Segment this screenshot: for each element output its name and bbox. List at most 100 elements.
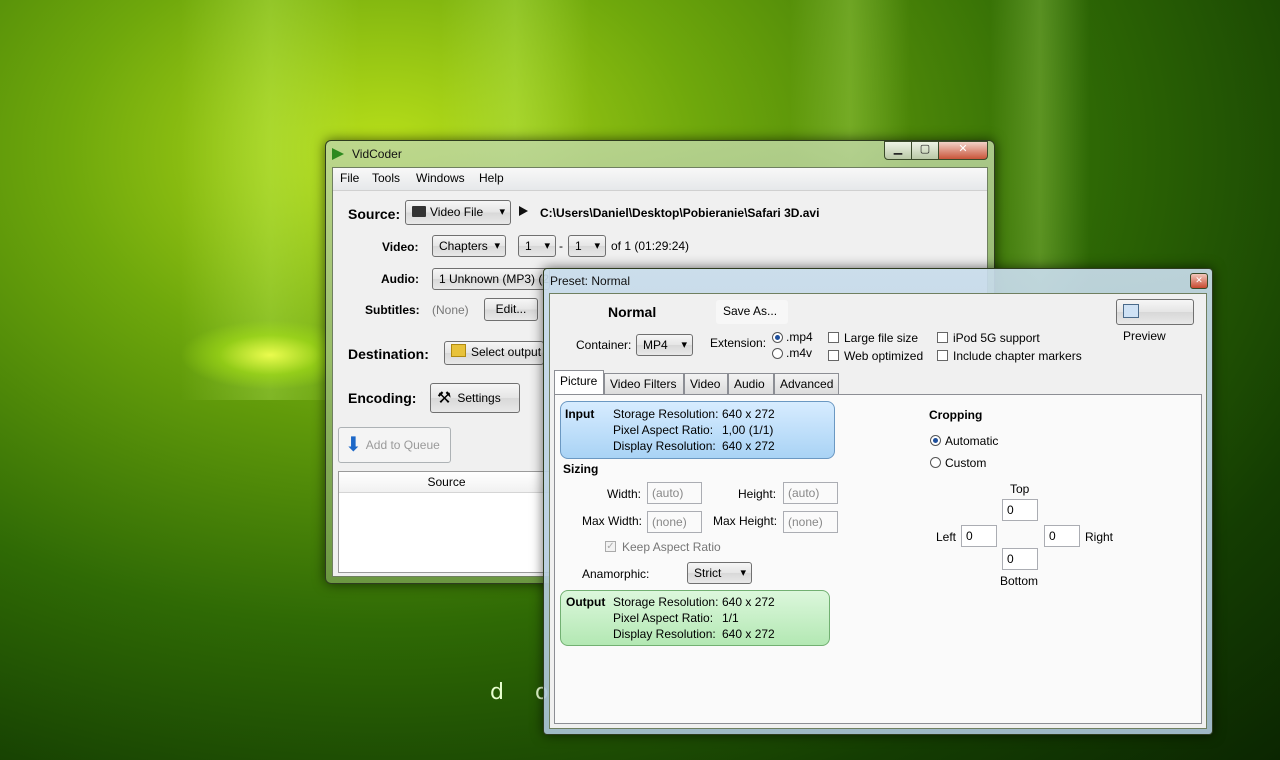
crop-top-input[interactable]: 0 <box>1002 499 1038 521</box>
tab-video[interactable]: Video <box>684 373 728 394</box>
queue-list[interactable]: Source <box>338 471 555 573</box>
width-label: Width: <box>607 487 642 501</box>
range-dash: - <box>559 239 563 253</box>
add-to-queue-button[interactable]: ⬇ Add to Queue <box>338 427 451 463</box>
destination-label: Destination: <box>348 346 429 362</box>
preset-name: Normal <box>608 304 657 320</box>
max-width-input[interactable]: (none) <box>647 511 702 533</box>
menu-help[interactable]: Help <box>479 171 504 185</box>
vidcoder-app-icon <box>332 148 344 160</box>
anamorphic-label: Anamorphic: <box>582 567 650 581</box>
input-storage-value: 640 x 272 <box>722 407 775 421</box>
input-par-label: Pixel Aspect Ratio: <box>613 423 714 437</box>
keep-aspect-checkbox[interactable]: ✓ <box>605 541 616 552</box>
folder-icon <box>451 344 466 357</box>
tab-picture[interactable]: Picture <box>554 370 604 394</box>
crop-bottom-input[interactable]: 0 <box>1002 548 1038 570</box>
select-output-label: Select output <box>471 345 542 359</box>
menu-file[interactable]: File <box>340 171 359 185</box>
source-path: C:\Users\Daniel\Desktop\Pobieranie\Safar… <box>540 206 820 220</box>
crop-custom-label: Custom <box>945 456 987 470</box>
encoding-settings-button[interactable]: ⚒ Settings <box>430 383 520 413</box>
window-title: VidCoder <box>352 147 402 161</box>
ipod-5g-checkbox[interactable] <box>937 332 948 343</box>
video-label: Video: <box>382 240 419 254</box>
menu-windows[interactable]: Windows <box>416 171 465 185</box>
source-type-dropdown[interactable]: Video File <box>405 200 511 225</box>
film-icon <box>412 206 426 217</box>
column-source: Source <box>427 475 466 489</box>
source-label: Source: <box>348 206 401 222</box>
extension-mp4-label: .mp4 <box>786 330 813 344</box>
audio-track-dropdown[interactable]: 1 Unknown (MP3) (2 <box>432 268 550 290</box>
subtitles-value: (None) <box>432 303 469 317</box>
main-titlebar[interactable]: VidCoder ▁ ▢ ✕ <box>326 141 994 167</box>
height-label: Height: <box>738 487 777 501</box>
preset-titlebar[interactable]: Preset: Normal ✕ <box>544 269 1212 291</box>
extension-m4v-label: .m4v <box>786 346 813 360</box>
play-icon[interactable] <box>519 206 528 216</box>
settings-label: Settings <box>457 391 501 405</box>
tab-audio[interactable]: Audio <box>728 373 774 394</box>
extension-m4v-radio[interactable] <box>772 348 783 359</box>
height-input[interactable]: (auto) <box>783 482 838 504</box>
magnifier-icon <box>1123 304 1139 318</box>
maximize-button[interactable]: ▢ <box>911 141 939 160</box>
video-duration-text: of 1 (01:29:24) <box>611 239 690 253</box>
input-par-value: 1,00 (1/1) <box>722 423 774 437</box>
crop-right-label: Right <box>1085 530 1114 544</box>
web-optimized-checkbox[interactable] <box>828 350 839 361</box>
crop-left-input[interactable]: 0 <box>961 525 997 547</box>
ipod-5g-label: iPod 5G support <box>953 331 1040 345</box>
save-as-button[interactable]: Save As... <box>716 300 788 324</box>
output-storage-label: Storage Resolution: <box>613 595 719 609</box>
menu-tools[interactable]: Tools <box>372 171 400 185</box>
preset-window: Preset: Normal ✕ Normal Save As... Previ… <box>543 268 1213 735</box>
tab-advanced[interactable]: Advanced <box>774 373 839 394</box>
audio-label: Audio: <box>381 272 419 286</box>
extension-label: Extension: <box>710 336 767 350</box>
preset-close-button[interactable]: ✕ <box>1190 273 1208 289</box>
crop-custom-radio[interactable] <box>930 457 941 468</box>
chapter-end-dropdown[interactable]: 1 <box>568 235 606 257</box>
add-to-queue-label: Add to Queue <box>365 438 440 452</box>
max-height-label: Max Height: <box>713 514 778 528</box>
max-width-label: Max Width: <box>582 514 643 528</box>
output-display-value: 640 x 272 <box>722 627 775 641</box>
sizing-title: Sizing <box>563 462 599 476</box>
crop-automatic-label: Automatic <box>945 434 999 448</box>
queue-column-header[interactable]: Source <box>339 472 554 493</box>
large-file-size-checkbox[interactable] <box>828 332 839 343</box>
chapter-markers-checkbox[interactable] <box>937 350 948 361</box>
large-file-size-label: Large file size <box>844 331 919 345</box>
cropping-title: Cropping <box>929 408 983 422</box>
tab-video-filters[interactable]: Video Filters <box>604 373 684 394</box>
output-par-label: Pixel Aspect Ratio: <box>613 611 714 625</box>
output-info-box: Output Storage Resolution: 640 x 272 Pix… <box>560 590 830 646</box>
close-button[interactable]: ✕ <box>938 141 988 160</box>
preset-window-title: Preset: Normal <box>550 274 631 288</box>
output-par-value: 1/1 <box>722 611 739 625</box>
video-range-type-dropdown[interactable]: Chapters <box>432 235 506 257</box>
picture-tab-panel: Input Storage Resolution: 640 x 272 Pixe… <box>554 394 1202 724</box>
keep-aspect-label: Keep Aspect Ratio <box>622 540 721 554</box>
output-display-label: Display Resolution: <box>613 627 716 641</box>
input-display-label: Display Resolution: <box>613 439 716 453</box>
container-label: Container: <box>576 338 632 352</box>
container-dropdown[interactable]: MP4 <box>636 334 693 356</box>
crop-automatic-radio[interactable] <box>930 435 941 446</box>
preview-button[interactable]: Preview <box>1116 299 1194 343</box>
select-output-button[interactable]: Select output <box>444 341 544 365</box>
width-input[interactable]: (auto) <box>647 482 702 504</box>
extension-mp4-radio[interactable] <box>772 332 783 343</box>
web-optimized-label: Web optimized <box>844 349 924 363</box>
crop-left-label: Left <box>936 530 957 544</box>
anamorphic-dropdown[interactable]: Strict <box>687 562 752 584</box>
source-type-value: Video File <box>430 205 484 219</box>
max-height-input[interactable]: (none) <box>783 511 838 533</box>
input-info-box: Input Storage Resolution: 640 x 272 Pixe… <box>560 401 835 459</box>
subtitles-edit-button[interactable]: Edit... <box>484 298 538 321</box>
minimize-button[interactable]: ▁ <box>884 141 912 160</box>
chapter-start-dropdown[interactable]: 1 <box>518 235 556 257</box>
crop-right-input[interactable]: 0 <box>1044 525 1080 547</box>
